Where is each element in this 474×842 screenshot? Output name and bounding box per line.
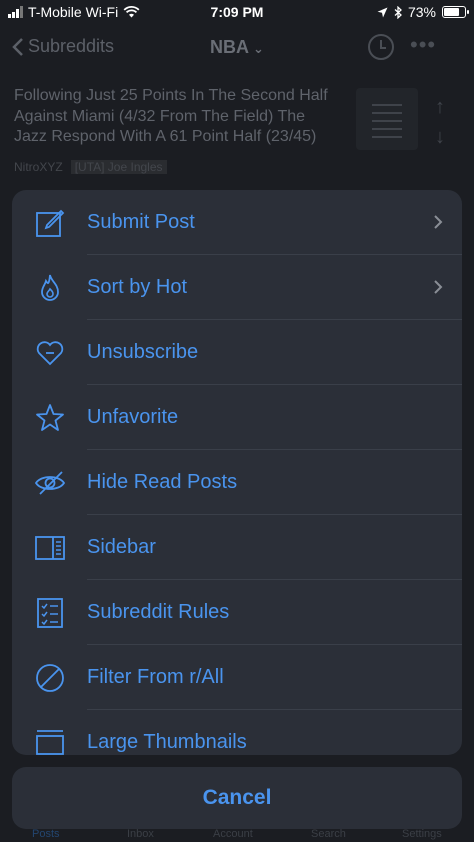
subreddit-title-button[interactable]: NBA ⌄ — [0, 37, 474, 58]
cancel-button[interactable]: Cancel — [12, 767, 462, 829]
chevron-right-icon — [434, 280, 443, 294]
sheet-item-unfavorite[interactable]: Unfavorite — [12, 385, 462, 450]
compose-icon — [36, 209, 65, 237]
sheet-item-label: Sidebar — [87, 536, 156, 558]
vote-arrows[interactable]: ↑ ↓ — [430, 92, 450, 152]
battery-percent: 73% — [407, 4, 436, 20]
tab-account[interactable]: Account — [213, 828, 253, 840]
sheet-item-label: Submit Post — [87, 211, 195, 233]
sheet-item-sidebar[interactable]: Sidebar — [12, 515, 462, 580]
sheet-item-sort-by-hot[interactable]: Sort by Hot — [12, 255, 462, 320]
bluetooth-icon — [394, 5, 402, 19]
sheet-item-label: Unfavorite — [87, 406, 179, 428]
sheet-item-large-thumbnails[interactable]: Large Thumbnails — [12, 710, 462, 755]
heart-minus-icon — [36, 341, 64, 366]
sheet-item-label: Filter From r/All — [87, 666, 224, 688]
subreddit-title: NBA — [210, 37, 250, 57]
chevron-down-icon: ⌄ — [253, 41, 264, 56]
clock-icon[interactable] — [368, 34, 394, 60]
checklist-icon — [37, 598, 63, 628]
navigation-bar: Subreddits NBA ⌄ ••• — [0, 26, 474, 70]
tab-inbox[interactable]: Inbox — [127, 828, 154, 840]
post-list-item[interactable]: Following Just 25 Points In The Second H… — [14, 86, 334, 174]
more-options-icon[interactable]: ••• — [410, 32, 436, 58]
sheet-item-submit-post[interactable]: Submit Post — [12, 190, 462, 255]
sheet-item-label: Unsubscribe — [87, 341, 199, 363]
sidebar-icon — [35, 536, 65, 560]
location-arrow-icon — [377, 7, 388, 17]
post-thumbnail[interactable] — [356, 88, 418, 150]
sheet-item-label: Sort by Hot — [87, 276, 188, 298]
chevron-right-icon — [434, 215, 443, 229]
sheet-item-subreddit-rules[interactable]: Subreddit Rules — [12, 580, 462, 645]
sheet-item-unsubscribe[interactable]: Unsubscribe — [12, 320, 462, 385]
flame-icon — [41, 274, 59, 301]
eye-slash-icon — [34, 471, 66, 495]
thumbnail-icon — [36, 730, 64, 755]
post-author: NitroXYZ — [14, 159, 63, 174]
status-bar: T-Mobile Wi-Fi 7:09 PM 73% — [0, 0, 474, 24]
sheet-item-label: Subreddit Rules — [87, 601, 230, 623]
tab-search[interactable]: Search — [311, 828, 346, 840]
no-entry-icon — [36, 664, 64, 692]
downvote-icon[interactable]: ↓ — [430, 122, 450, 152]
tab-settings[interactable]: Settings — [402, 828, 442, 840]
sheet-item-filter-from-all[interactable]: Filter From r/All — [12, 645, 462, 710]
star-icon — [36, 404, 64, 431]
tab-posts[interactable]: Posts — [32, 828, 60, 840]
post-flair: [UTA] Joe Ingles — [70, 159, 167, 174]
upvote-icon[interactable]: ↑ — [430, 92, 450, 122]
sheet-item-label: Large Thumbnails — [87, 731, 247, 753]
sheet-item-label: Hide Read Posts — [87, 471, 238, 493]
post-meta: NitroXYZ [UTA] Joe Ingles — [14, 159, 334, 174]
battery-icon — [442, 6, 469, 18]
sheet-item-hide-read-posts[interactable]: Hide Read Posts — [12, 450, 462, 515]
post-title: Following Just 25 Points In The Second H… — [14, 87, 328, 145]
action-sheet: Submit Post Sort by Hot Unsubscribe Unfa… — [12, 190, 462, 755]
